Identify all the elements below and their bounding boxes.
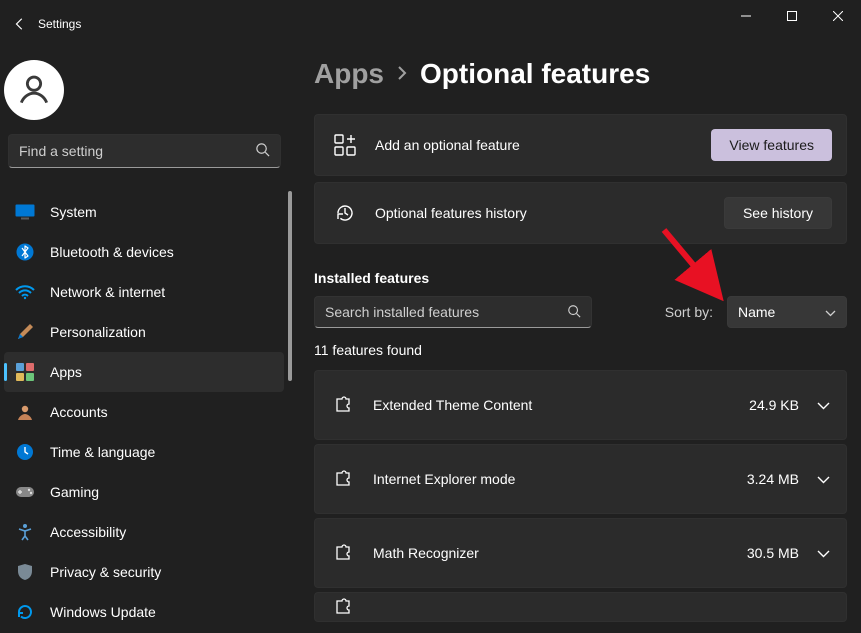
clock-globe-icon: [14, 441, 36, 463]
chevron-down-icon[interactable]: [817, 471, 830, 487]
feature-row[interactable]: Math Recognizer 30.5 MB: [314, 518, 847, 588]
sidebar-item-bluetooth[interactable]: Bluetooth & devices: [4, 232, 284, 272]
sidebar-item-windows-update[interactable]: Windows Update: [4, 592, 284, 632]
chevron-down-icon[interactable]: [817, 397, 830, 413]
gamepad-icon: [14, 481, 36, 503]
settings-search-input[interactable]: Find a setting: [8, 134, 281, 168]
display-icon: [14, 201, 36, 223]
breadcrumb: Apps Optional features: [314, 58, 847, 90]
minimize-button[interactable]: [723, 0, 769, 32]
puzzle-icon: [331, 595, 355, 619]
feature-name: Math Recognizer: [373, 545, 747, 561]
avatar[interactable]: [4, 60, 64, 120]
sidebar: Find a setting System Bluetooth & device…: [0, 48, 300, 633]
puzzle-icon: [331, 541, 355, 565]
shield-icon: [14, 561, 36, 583]
history-icon: [329, 197, 361, 229]
feature-search-input[interactable]: Search installed features: [314, 296, 592, 328]
sort-by-value: Name: [738, 304, 825, 320]
back-button[interactable]: [4, 8, 36, 40]
feature-name: Extended Theme Content: [373, 397, 749, 413]
sort-by-dropdown[interactable]: Name: [727, 296, 847, 328]
sidebar-item-label: System: [50, 204, 97, 220]
add-feature-label: Add an optional feature: [375, 137, 711, 153]
update-icon: [14, 601, 36, 623]
sidebar-item-apps[interactable]: Apps: [4, 352, 284, 392]
view-features-button[interactable]: View features: [711, 129, 832, 161]
search-icon: [255, 142, 270, 160]
sidebar-item-gaming[interactable]: Gaming: [4, 472, 284, 512]
bluetooth-icon: [14, 241, 36, 263]
history-label: Optional features history: [375, 205, 724, 221]
chevron-down-icon[interactable]: [817, 545, 830, 561]
history-card: Optional features history See history: [314, 182, 847, 244]
close-button[interactable]: [815, 0, 861, 32]
sidebar-item-accounts[interactable]: Accounts: [4, 392, 284, 432]
page-title: Optional features: [420, 58, 650, 90]
sidebar-scrollbar[interactable]: [288, 191, 292, 381]
sidebar-item-system[interactable]: System: [4, 192, 284, 232]
feature-size: 30.5 MB: [747, 545, 799, 561]
sidebar-item-label: Gaming: [50, 484, 99, 500]
sort-by-label: Sort by:: [665, 304, 713, 320]
feature-size: 24.9 KB: [749, 397, 799, 413]
feature-search-placeholder: Search installed features: [325, 304, 567, 320]
chevron-down-icon: [825, 304, 836, 320]
feature-row[interactable]: Internet Explorer mode 3.24 MB: [314, 444, 847, 514]
sidebar-item-label: Personalization: [50, 324, 146, 340]
add-module-icon: [329, 129, 361, 161]
puzzle-icon: [331, 467, 355, 491]
person-icon: [14, 401, 36, 423]
sidebar-item-personalization[interactable]: Personalization: [4, 312, 284, 352]
wifi-icon: [14, 281, 36, 303]
accessibility-icon: [14, 521, 36, 543]
sidebar-item-label: Accounts: [50, 404, 108, 420]
app-title: Settings: [38, 17, 81, 31]
feature-row[interactable]: [314, 592, 847, 622]
sidebar-item-label: Privacy & security: [50, 564, 161, 580]
add-feature-card: Add an optional feature View features: [314, 114, 847, 176]
features-list: Extended Theme Content 24.9 KB Internet …: [314, 370, 847, 622]
search-placeholder: Find a setting: [19, 143, 255, 159]
sidebar-item-network[interactable]: Network & internet: [4, 272, 284, 312]
main-content: Apps Optional features Add an optional f…: [300, 48, 861, 633]
sidebar-item-label: Accessibility: [50, 524, 126, 540]
breadcrumb-parent[interactable]: Apps: [314, 58, 384, 90]
see-history-button[interactable]: See history: [724, 197, 832, 229]
feature-row[interactable]: Extended Theme Content 24.9 KB: [314, 370, 847, 440]
sidebar-item-privacy[interactable]: Privacy & security: [4, 552, 284, 592]
sidebar-item-label: Windows Update: [50, 604, 156, 620]
sidebar-item-label: Bluetooth & devices: [50, 244, 174, 260]
sidebar-item-label: Apps: [50, 364, 82, 380]
feature-size: 3.24 MB: [747, 471, 799, 487]
maximize-button[interactable]: [769, 0, 815, 32]
chevron-right-icon: [396, 64, 408, 85]
paintbrush-icon: [14, 321, 36, 343]
installed-features-title: Installed features: [314, 270, 847, 286]
apps-icon: [14, 361, 36, 383]
features-count: 11 features found: [314, 342, 847, 358]
sidebar-item-accessibility[interactable]: Accessibility: [4, 512, 284, 552]
puzzle-icon: [331, 393, 355, 417]
sidebar-item-time-language[interactable]: Time & language: [4, 432, 284, 472]
sidebar-item-label: Network & internet: [50, 284, 165, 300]
search-icon: [567, 304, 581, 321]
feature-name: Internet Explorer mode: [373, 471, 747, 487]
sidebar-item-label: Time & language: [50, 444, 155, 460]
